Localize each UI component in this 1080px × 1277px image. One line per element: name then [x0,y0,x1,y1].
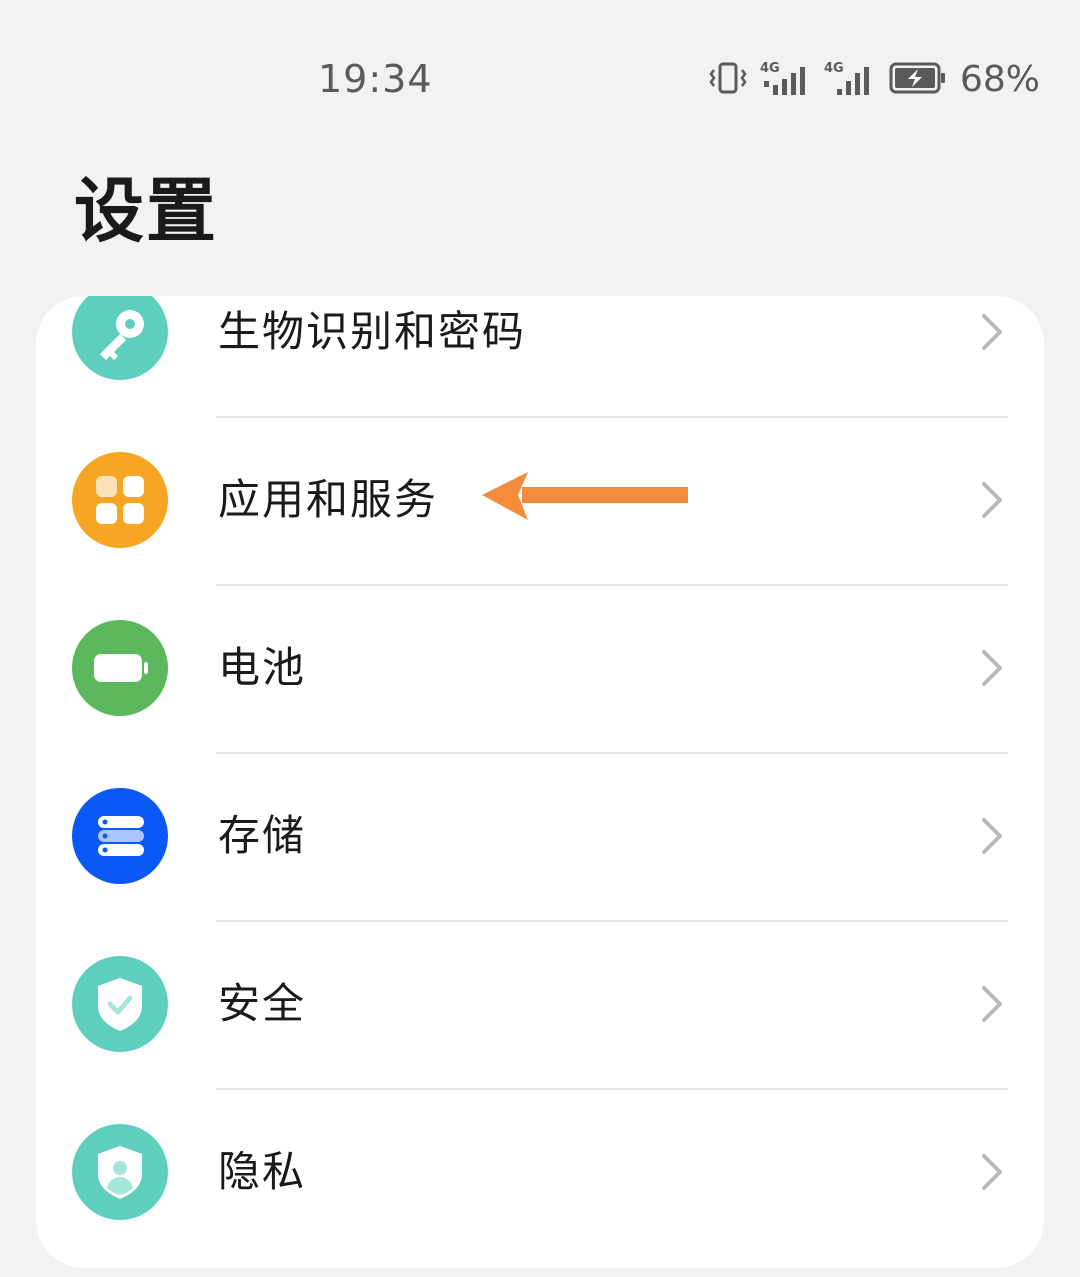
apps-grid-icon [72,452,168,548]
status-bar: 19:34 4G 4G 68% [0,0,1080,160]
settings-item-biometrics-password[interactable]: 生物识别和密码 [36,296,1044,416]
page-title: 设置 [74,170,218,252]
orange-arrow-icon [478,468,692,528]
status-icons: 4G 4G 68% [708,58,1040,102]
settings-item-label: 生物识别和密码 [218,307,527,356]
battery-percent: 68% [959,59,1040,100]
settings-item-storage[interactable]: 存储 [36,752,1044,920]
settings-item-security[interactable]: 安全 [36,920,1044,1088]
status-time: 19:34 [318,57,433,101]
chevron-right-icon [972,312,1012,352]
settings-item-label: 隐私 [218,1147,307,1196]
settings-item-label: 安全 [218,979,307,1028]
battery-icon [72,620,168,716]
settings-item-label: 电池 [218,643,307,692]
settings-item-label: 应用和服务 [218,475,439,524]
battery-charging-icon [888,61,948,99]
settings-list: 生物识别和密码 应用和服务 电池 存储 安全 隐私 [36,296,1044,1268]
chevron-right-icon [972,984,1012,1024]
storage-icon [72,788,168,884]
vibrate-icon [708,61,748,99]
chevron-right-icon [972,816,1012,856]
chevron-right-icon [972,1152,1012,1192]
shield-check-icon [72,956,168,1052]
privacy-shield-icon [72,1124,168,1220]
signal-4g-icon: 4G [824,61,876,97]
chevron-right-icon [972,480,1012,520]
key-icon [72,296,168,380]
settings-item-privacy[interactable]: 隐私 [36,1088,1044,1256]
settings-item-battery[interactable]: 电池 [36,584,1044,752]
signal-4g-icon: 4G [760,61,812,97]
chevron-right-icon [972,648,1012,688]
settings-item-label: 存储 [218,811,307,860]
